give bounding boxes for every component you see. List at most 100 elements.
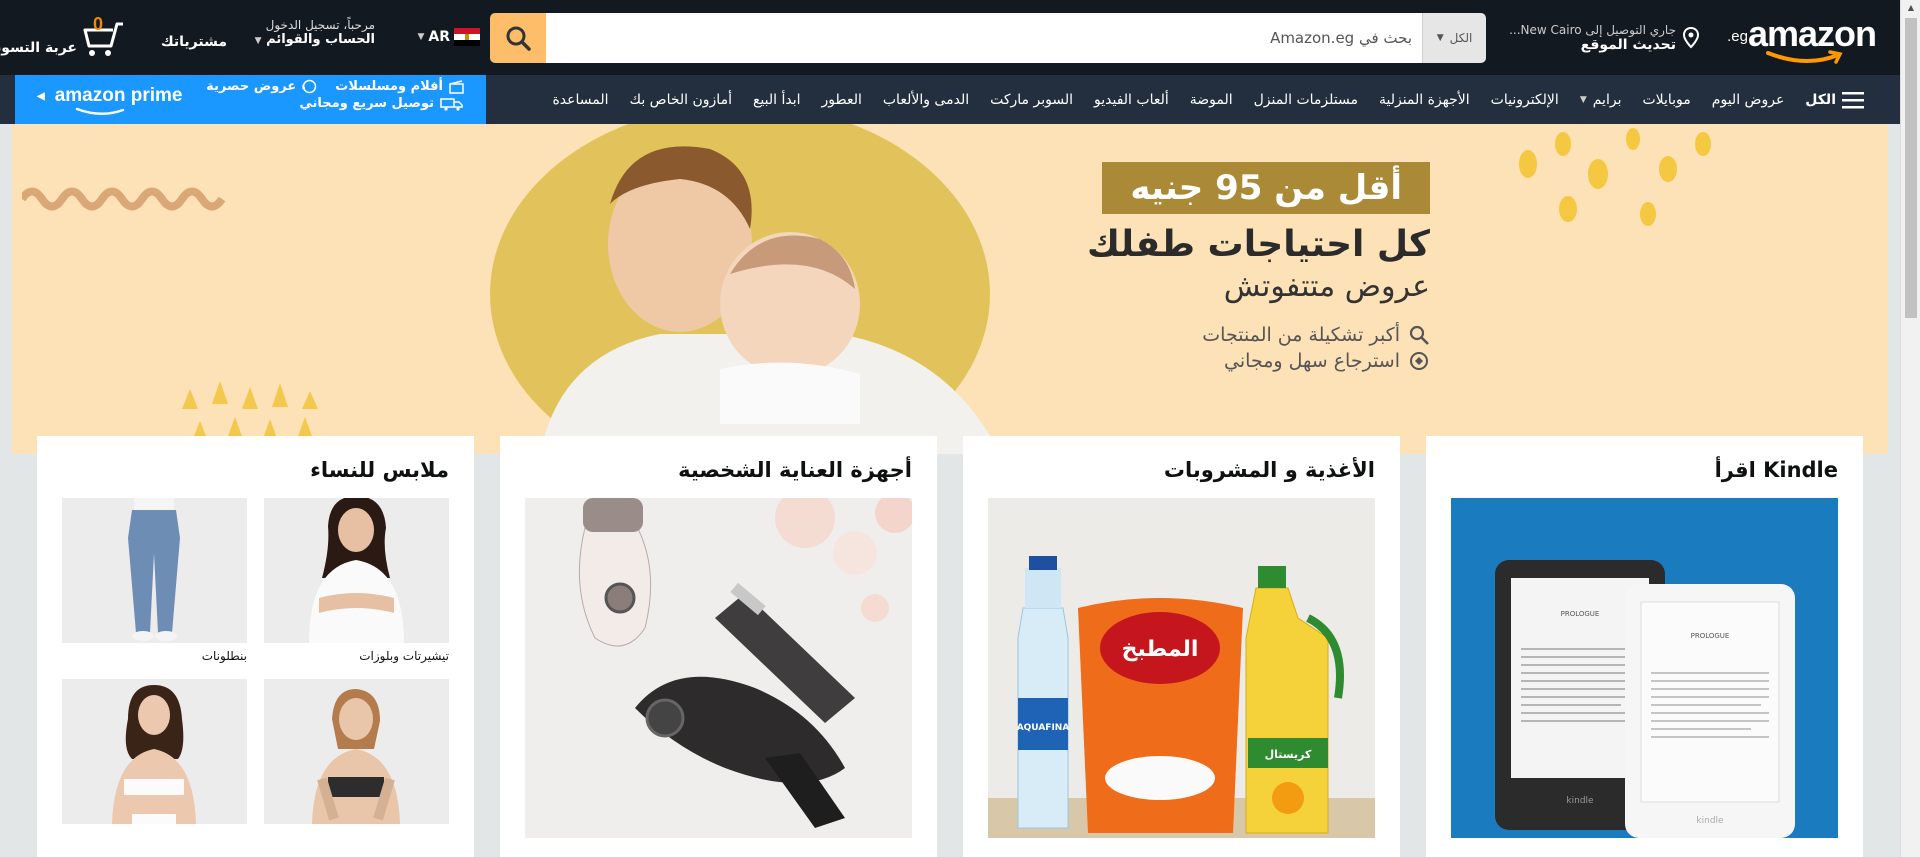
kindle-brand-text: kindle <box>1566 796 1594 806</box>
sportswear-image <box>264 679 449 824</box>
search-icon <box>506 26 531 51</box>
chevron-down-icon: ▼ <box>1436 33 1444 43</box>
card-personal-care[interactable]: أجهزة العناية الشخصية <box>500 436 937 857</box>
deliver-text: جاري التوصيل إلى New Cairo... تحديث المو… <box>1509 23 1676 53</box>
card-title: أجهزة العناية الشخصية <box>678 458 912 482</box>
hero-title: كل احتياجات طفلك <box>1086 224 1430 265</box>
decorative-dots-icon <box>1519 128 1711 226</box>
search-category-dropdown[interactable]: الكل ▼ <box>1422 13 1486 63</box>
prime-links: أفلام ومسلسلات % عروض حصرية توصيل سريع و… <box>206 79 464 111</box>
nav-all-menu[interactable]: الكل <box>1805 91 1864 109</box>
nav-fashion[interactable]: الموضة <box>1190 92 1233 108</box>
card-title: الأغذية و المشروبات <box>1163 458 1375 482</box>
oil-brand-text: كريستال <box>1265 748 1312 761</box>
discount-badge-icon: % <box>302 79 317 94</box>
hero-text: أقل من 95 جنيه كل احتياجات طفلك عروض متت… <box>1087 162 1430 372</box>
nav-home-appliances[interactable]: الأجهزة المنزلية <box>1379 92 1470 108</box>
language-label: AR <box>428 29 450 45</box>
quad-item-sportswear[interactable] <box>264 679 449 830</box>
chevron-down-icon: ▼ <box>417 32 425 42</box>
cart-button[interactable]: 0 عربة التسوق <box>0 14 127 58</box>
decorative-wave-icon <box>22 187 226 211</box>
scrollbar-thumb[interactable] <box>1905 18 1917 318</box>
kindle-white-prologue-text: PROLOGUE <box>1691 632 1730 640</box>
location-pin-icon <box>1682 27 1700 49</box>
hero-feature-returns: استرجاع سهل ومجاني <box>1087 350 1430 372</box>
search-category-label: الكل <box>1449 31 1473 45</box>
quad-item-tshirts[interactable]: تيشيرتات وبلوزات <box>264 498 449 663</box>
quad-item-label: تيشيرتات وبلوزات <box>359 649 449 663</box>
logo-domain: .eg <box>1727 28 1748 45</box>
hero-children-photo <box>490 124 1000 454</box>
nav-video-games[interactable]: ألعاب الفيديو <box>1094 92 1169 108</box>
kindle-white-brand-text: kindle <box>1696 816 1724 826</box>
card-kindle[interactable]: Kindle اقرأ PROLOGUE kindle PROLOGUE kin… <box>1426 436 1863 857</box>
language-selector[interactable]: AR ▼ <box>417 28 480 46</box>
nav-electronics[interactable]: الإلكترونيات <box>1491 92 1559 108</box>
update-location-label: تحديث الموقع <box>1580 37 1676 53</box>
logo-wordmark: amazon <box>1747 13 1877 54</box>
pants-image <box>62 498 247 643</box>
nav-toys[interactable]: الدمى والألعاب <box>883 92 969 108</box>
logo-smile-icon <box>1766 50 1843 64</box>
vertical-scrollbar[interactable]: ▲ <box>1900 0 1920 857</box>
tshirts-image <box>264 498 449 643</box>
personal-care-image[interactable] <box>525 498 912 838</box>
top-header: amazon .eg جاري التوصيل إلى New Cairo...… <box>0 0 1900 75</box>
search-input[interactable] <box>546 13 1422 63</box>
delivery-truck-icon <box>440 97 463 111</box>
prime-smile-icon <box>75 107 125 115</box>
prime-banner[interactable]: ◀ amazon prime أفلام ومسلسلات % عروض حصر… <box>15 75 486 124</box>
account-menu[interactable]: مرحباً، تسجيل الدخول الحساب والقوائم ▼ <box>255 18 375 47</box>
aquafina-label-text: AQUAFINA <box>1017 723 1070 733</box>
nav-bar: الكل عروض اليوم موبايلات برايم ▼ الإلكتر… <box>0 75 1900 124</box>
account-lists-label: الحساب والقوائم ▼ <box>254 32 375 47</box>
lingerie-image <box>62 679 247 824</box>
sign-in-greeting: مرحباً، تسجيل الدخول <box>265 18 375 32</box>
nav-items: الكل عروض اليوم موبايلات برايم ▼ الإلكتر… <box>552 75 1864 124</box>
prime-free-delivery-link[interactable]: توصيل سريع ومجاني <box>206 96 464 111</box>
nav-todays-deals[interactable]: عروض اليوم <box>1712 92 1785 108</box>
cart-label: عربة التسوق <box>0 40 77 56</box>
nav-home-supplies[interactable]: مستلزمات المنزل <box>1254 92 1358 108</box>
chevron-down-icon: ▼ <box>1579 94 1587 105</box>
women-clothing-grid: تيشيرتات وبلوزات بنطلونات <box>62 498 449 830</box>
card-title: ملابس للنساء <box>310 458 449 482</box>
cart-count: 0 <box>93 14 104 34</box>
nav-mobiles[interactable]: موبايلات <box>1642 92 1690 108</box>
food-beverages-image[interactable]: AQUAFINA المطبخ كريستال <box>988 498 1375 838</box>
kindle-image[interactable]: PROLOGUE kindle PROLOGUE kindle <box>1451 498 1838 838</box>
page: amazon .eg جاري التوصيل إلى New Cairo...… <box>0 0 1900 857</box>
prime-logo: ◀ amazon prime <box>37 85 183 106</box>
svg-text:%: % <box>302 84 305 92</box>
orders-link[interactable]: مشترياتك <box>161 34 227 50</box>
quad-item-lingerie[interactable] <box>62 679 247 830</box>
quad-item-pants[interactable]: بنطلونات <box>62 498 247 663</box>
cart-icon: 0 <box>79 14 127 58</box>
deliver-to-label: جاري التوصيل إلى New Cairo... <box>1509 23 1676 37</box>
category-cards: Kindle اقرأ PROLOGUE kindle PROLOGUE kin… <box>37 436 1863 857</box>
prime-deals-link[interactable]: % عروض حصرية <box>206 79 317 94</box>
hero-price-badge: أقل من 95 جنيه <box>1102 162 1430 214</box>
amazon-logo[interactable]: amazon .eg <box>1726 13 1877 64</box>
search-button[interactable] <box>490 13 546 63</box>
hamburger-menu-icon <box>1842 91 1864 108</box>
hero-subtitle: عروض متتفوتش <box>1223 269 1430 304</box>
film-clapper-icon <box>449 79 464 94</box>
nav-your-amazon[interactable]: أمازون الخاص بك <box>630 92 732 108</box>
nav-help[interactable]: المساعدة <box>552 92 608 108</box>
card-women-clothing[interactable]: ملابس للنساء تيشيرتات وبلوزات بنطلونات <box>37 436 474 857</box>
nav-perfumes[interactable]: العطور <box>821 92 861 108</box>
egypt-flag-icon <box>454 28 480 46</box>
nav-prime[interactable]: برايم ▼ <box>1580 92 1622 108</box>
prime-movies-link[interactable]: أفلام ومسلسلات <box>335 79 464 94</box>
card-title: Kindle اقرأ <box>1714 458 1838 482</box>
nav-supermarket[interactable]: السوبر ماركت <box>990 92 1073 108</box>
hero-banner[interactable]: أقل من 95 جنيه كل احتياجات طفلك عروض متت… <box>12 124 1888 454</box>
kindle-prologue-text: PROLOGUE <box>1561 610 1600 618</box>
scroll-up-arrow-icon[interactable]: ▲ <box>1901 0 1920 16</box>
hero-feature-selection: أكبر تشكيلة من المنتجات <box>1087 324 1430 346</box>
deliver-location[interactable]: جاري التوصيل إلى New Cairo... تحديث المو… <box>1509 16 1700 60</box>
card-food-beverages[interactable]: الأغذية و المشروبات AQUAFINA المطبخ كريس… <box>963 436 1400 857</box>
nav-start-selling[interactable]: ابدأ البيع <box>753 92 801 108</box>
